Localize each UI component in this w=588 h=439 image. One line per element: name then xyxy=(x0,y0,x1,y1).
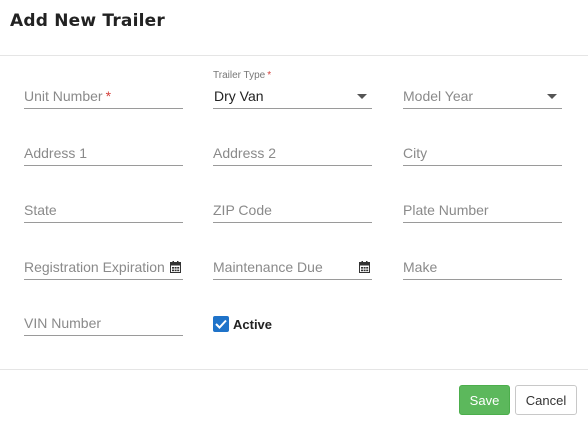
checkmark-icon xyxy=(215,319,227,329)
trailer-type-value: Dry Van xyxy=(214,88,264,104)
save-button[interactable]: Save xyxy=(459,385,510,415)
make-placeholder: Make xyxy=(403,259,438,275)
trailer-type-label: Trailer Type * xyxy=(213,70,271,81)
active-checkbox-label[interactable]: Active xyxy=(233,317,272,332)
make-field[interactable]: Make xyxy=(403,258,562,280)
plate-number-placeholder: Plate Number xyxy=(403,202,489,218)
vin-number-placeholder: VIN Number xyxy=(24,315,102,331)
required-mark: * xyxy=(105,88,112,104)
zip-code-placeholder: ZIP Code xyxy=(213,202,272,218)
registration-expiration-field[interactable]: Registration Expiration xyxy=(24,258,183,280)
calendar-icon[interactable] xyxy=(170,261,181,273)
dialog-title: Add New Trailer xyxy=(10,11,165,31)
cancel-button[interactable]: Cancel xyxy=(515,385,577,415)
maintenance-due-placeholder: Maintenance Due xyxy=(213,259,323,275)
state-field[interactable]: State xyxy=(24,201,183,223)
chevron-down-icon xyxy=(357,94,367,99)
vin-number-field[interactable]: VIN Number xyxy=(24,314,183,336)
unit-number-field[interactable]: Unit Number * xyxy=(24,87,183,109)
plate-number-field[interactable]: Plate Number xyxy=(403,201,562,223)
address1-placeholder: Address 1 xyxy=(24,145,88,161)
state-placeholder: State xyxy=(24,202,57,218)
active-checkbox[interactable] xyxy=(213,316,229,332)
footer-divider xyxy=(0,369,588,370)
address1-field[interactable]: Address 1 xyxy=(24,144,183,166)
chevron-down-icon xyxy=(547,94,557,99)
header-divider xyxy=(0,55,588,56)
model-year-select[interactable]: Model Year xyxy=(403,87,562,109)
required-mark: * xyxy=(267,70,272,81)
registration-expiration-placeholder: Registration Expiration xyxy=(24,259,165,275)
unit-number-placeholder-text: Unit Number xyxy=(24,88,103,104)
address2-field[interactable]: Address 2 xyxy=(213,144,372,166)
city-field[interactable]: City xyxy=(403,144,562,166)
address2-placeholder: Address 2 xyxy=(213,145,277,161)
model-year-placeholder: Model Year xyxy=(403,88,474,104)
city-placeholder: City xyxy=(403,145,428,161)
unit-number-placeholder: Unit Number * xyxy=(24,88,111,104)
trailer-type-select[interactable]: Dry Van xyxy=(213,87,372,109)
zip-code-field[interactable]: ZIP Code xyxy=(213,201,372,223)
maintenance-due-field[interactable]: Maintenance Due xyxy=(213,258,372,280)
trailer-type-label-text: Trailer Type xyxy=(213,70,266,81)
calendar-icon[interactable] xyxy=(359,261,370,273)
